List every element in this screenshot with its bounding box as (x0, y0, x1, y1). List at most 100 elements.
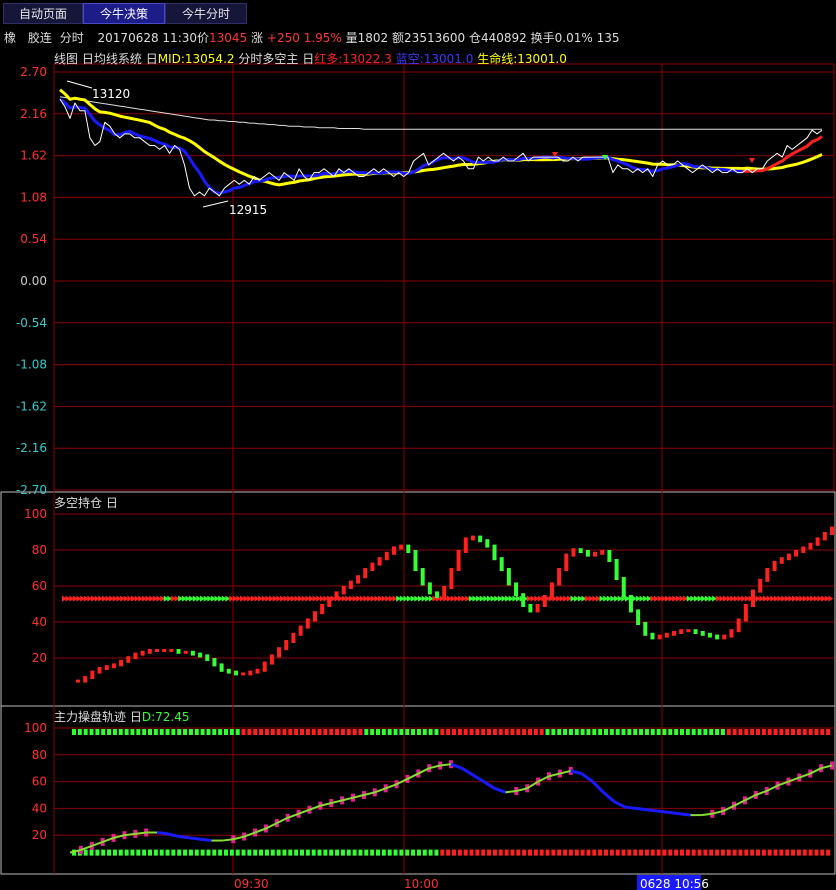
strip-top-cell (130, 729, 135, 736)
position-bar (406, 544, 411, 553)
strip-bottom-cell (539, 849, 544, 856)
main-y-tick: 1.08 (20, 190, 47, 204)
strip-bottom-cell (177, 849, 182, 856)
strip-bottom-cell (574, 849, 579, 856)
strip-bottom-cell (662, 849, 667, 856)
strip-bottom-cell (545, 849, 550, 856)
life-line (59, 88, 823, 187)
strip-bottom-cell (229, 849, 234, 856)
position-bar (693, 629, 698, 634)
strip-bottom-cell (469, 849, 474, 856)
strip-top-cell (346, 729, 351, 736)
strip-bottom-cell (522, 849, 527, 856)
strip-bottom-cell (563, 849, 568, 856)
position-bar (298, 625, 303, 636)
strip-bottom-cell (247, 849, 252, 856)
strip-top-cell (300, 729, 304, 736)
strip-bottom-cell (171, 849, 176, 856)
strip-bottom-cell (107, 849, 112, 856)
strip-bottom-cell (598, 849, 603, 856)
legend-timeshare-label: 分时多空主 (238, 52, 299, 66)
position-bar (514, 582, 519, 597)
sub1-y-tick: 20 (32, 651, 47, 665)
position-bar (794, 550, 799, 557)
track-segment (124, 832, 136, 837)
legend-toggle-1[interactable]: 日 (82, 52, 94, 66)
strip-bottom-cell (767, 849, 772, 856)
sub1-y-tick: 80 (32, 543, 47, 557)
track-segment (189, 836, 201, 841)
strip-top-cell (399, 729, 404, 736)
track-segment (602, 791, 616, 803)
strip-bottom-cell (276, 849, 281, 856)
strip-top-cell (650, 729, 655, 736)
strip-top-cell (387, 729, 392, 736)
low-marker-line (202, 200, 229, 208)
chart-grid (0, 63, 836, 875)
arrow-mark (828, 595, 834, 602)
strip-bottom-cell (446, 849, 451, 856)
strip-top-cell (709, 729, 714, 736)
strip-bottom-cell (808, 849, 813, 856)
high-marker-line (66, 80, 93, 89)
position-bar (765, 568, 770, 582)
strip-top-cell (294, 729, 299, 736)
strip-top-cell (732, 729, 737, 736)
strip-bottom-cell (159, 849, 164, 856)
strip-top-cell (124, 729, 129, 736)
strip-bottom-cell (241, 849, 246, 856)
strip-bottom-cell (358, 849, 363, 856)
high-annotation: 13120 (92, 87, 130, 101)
position-bar (549, 582, 554, 598)
strip-top-cell (194, 729, 199, 736)
sub2-toggle[interactable]: 日 (130, 710, 142, 724)
legend-system-label: 均线系统 (93, 52, 142, 66)
timeshare-chart[interactable]: 2.70 2.16 1.62 1.08 0.54 0.00 -0.54 -1.08 -1.62 -… (0, 0, 836, 890)
sub1-toggle[interactable]: 日 (106, 496, 118, 510)
strip-top-cell (259, 729, 264, 736)
strip-top-cell (539, 729, 544, 736)
strip-bottom-cell (452, 849, 456, 856)
strip-bottom-cell (785, 849, 790, 856)
sub1-y-tick: 60 (32, 579, 47, 593)
strip-bottom-cell (516, 849, 521, 856)
strip-bottom-cell (194, 849, 199, 856)
main-y-tick: 0.54 (20, 232, 47, 246)
strip-top-cell (264, 729, 269, 736)
strip-bottom-cell (498, 849, 503, 856)
strip-top-cell (416, 729, 421, 736)
legend-toggle-3[interactable]: 日 (302, 52, 314, 66)
strip-top-cell (814, 729, 819, 736)
strip-top-cell (826, 729, 831, 736)
legend-toggle-2[interactable]: 日 (146, 52, 158, 66)
strip-bottom-cell (83, 849, 88, 856)
strip-top-cell (188, 729, 193, 736)
strip-top-cell (247, 729, 252, 736)
strip-top-cell (662, 729, 667, 736)
strip-bottom-cell (568, 849, 573, 856)
position-bar (291, 632, 296, 643)
main-y-tick: -1.62 (16, 399, 47, 413)
position-bar (219, 663, 224, 672)
position-bar (585, 550, 590, 557)
track-segment (178, 835, 190, 840)
strip-bottom-cell (112, 849, 117, 856)
strip-top-cell (773, 729, 778, 736)
strip-top-cell (218, 729, 223, 736)
track-segment (646, 808, 659, 813)
strip-bottom-cell (264, 849, 269, 856)
position-bar (521, 593, 526, 607)
strip-top-cell (744, 729, 749, 736)
time-axis: 09:30 10:00 0628 10:56 (234, 875, 709, 890)
strip-top-cell (528, 729, 532, 736)
strip-bottom-cell (487, 849, 492, 856)
track-segment (471, 773, 485, 783)
position-bar (758, 578, 763, 593)
position-bar (384, 551, 389, 561)
position-bar (183, 650, 188, 654)
strip-bottom-cell (428, 849, 433, 856)
strip-bottom-cell (732, 849, 737, 856)
strip-top-cell (148, 729, 152, 736)
strip-top-cell (411, 729, 416, 736)
strip-bottom-cell (346, 849, 351, 856)
